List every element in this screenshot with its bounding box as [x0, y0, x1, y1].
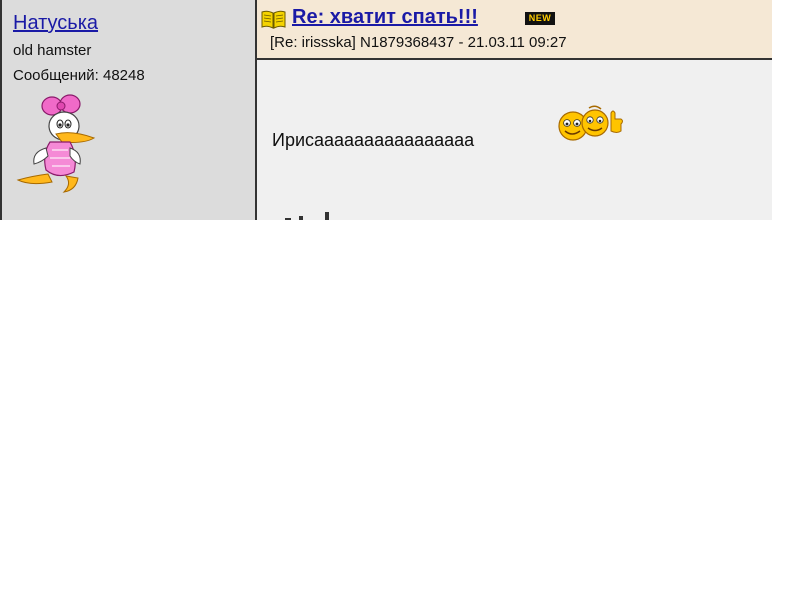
author-rank: old hamster — [13, 42, 92, 59]
author-name-link[interactable]: Натуська — [13, 12, 98, 35]
author-message-count: Сообщений: 48248 — [13, 67, 145, 84]
forum-post: Натуська old hamster Сообщений: 48248 Re… — [0, 0, 772, 220]
post-meta: [Re: irissska] N1879368437 - 21.03.11 09… — [270, 34, 567, 51]
open-book-icon — [261, 10, 286, 29]
post-body: Ирисаааааааааааааааа — [257, 60, 772, 220]
post-header: Re: хватит спать!!! NEW [Re: irissska] N… — [257, 0, 772, 60]
author-panel: Натуська old hamster Сообщений: 48248 — [2, 0, 255, 220]
daisy-duck-avatar-icon — [16, 94, 96, 193]
new-badge: NEW — [525, 12, 555, 25]
next-line-fragment — [285, 212, 329, 220]
post-message-text: Ирисаааааааааааааааа — [272, 130, 475, 150]
smileys-thumbs-up-icon — [558, 105, 623, 141]
post-title-link[interactable]: Re: хватит спать!!! — [292, 6, 478, 29]
